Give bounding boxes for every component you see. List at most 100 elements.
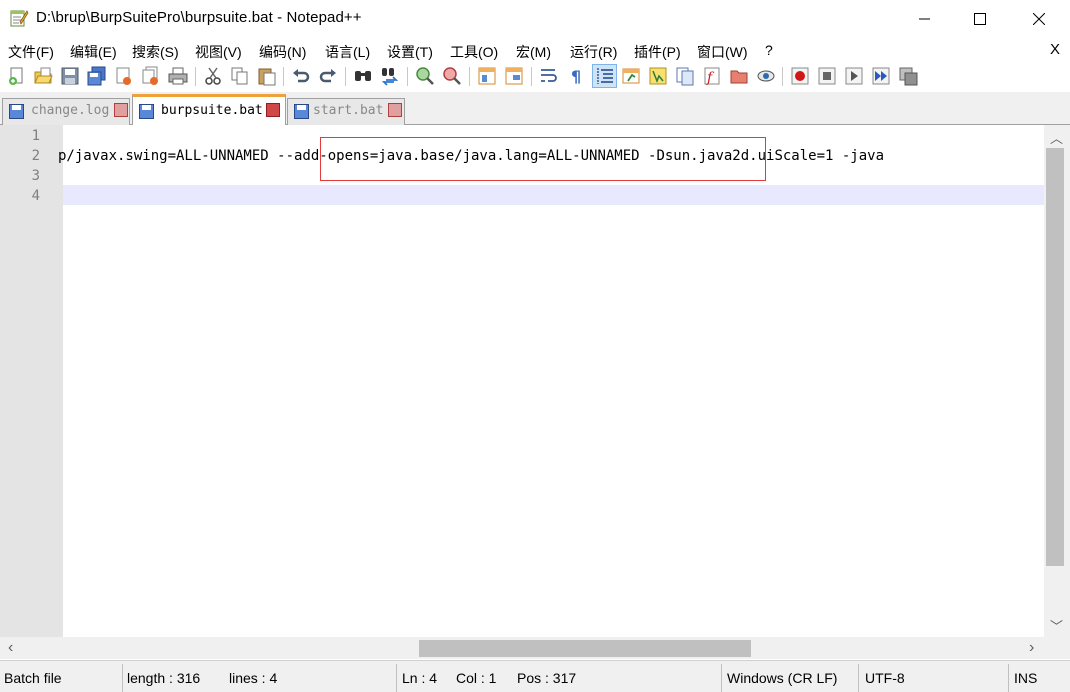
status-encoding: UTF-8 [865,670,905,686]
doc-map-icon[interactable] [648,66,668,86]
status-divider [721,664,722,692]
line-number-gutter: 1 2 3 4 [0,125,63,637]
maximize-icon [974,13,986,25]
editor-area[interactable]: 1 2 3 4 p/javax.swing=ALL-UNNAMED --add-… [0,125,1070,637]
show-all-chars-icon[interactable]: ¶ [566,66,586,86]
close-all-icon[interactable] [141,66,161,86]
menu-help[interactable]: ? [765,42,773,58]
menu-window[interactable]: 窗口(W) [697,42,748,62]
scroll-left-icon[interactable]: ‹ [8,639,13,657]
menu-bar: 文件(F) 编辑(E) 搜索(S) 视图(V) 编码(N) 语言(L) 设置(T… [0,38,1070,62]
menu-plugins[interactable]: 插件(P) [634,42,681,62]
menu-run[interactable]: 运行(R) [570,42,617,62]
close-document-button[interactable]: X [1050,41,1060,58]
menu-file[interactable]: 文件(F) [8,42,54,62]
tab-label: start.bat [313,103,384,118]
status-ln: Ln : 4 [402,670,438,686]
undo-icon[interactable] [291,66,311,86]
annotation-highlight-box [320,137,766,181]
tab-close-button[interactable] [266,103,280,117]
toolbar-separator [469,67,470,86]
menu-language[interactable]: 语言(L) [325,42,370,62]
saved-file-icon [9,104,24,119]
toolbar-separator [195,67,196,86]
line-number: 4 [31,188,40,204]
status-divider [122,664,123,692]
close-icon[interactable] [114,66,134,86]
scroll-right-icon[interactable]: › [1029,639,1034,657]
toolbar-separator [345,67,346,86]
redo-icon[interactable] [318,66,338,86]
status-eol: Windows (CR LF) [727,670,838,686]
replace-icon[interactable] [380,66,400,86]
line-number: 3 [31,168,40,184]
status-lines: lines : 4 [229,670,278,686]
tab-burpsuite-bat[interactable]: burpsuite.bat [132,94,286,125]
monitor-icon[interactable] [756,66,776,86]
toolbar-separator [407,67,408,86]
vertical-scroll-thumb[interactable] [1046,148,1064,566]
run-macro-multiple-icon[interactable] [871,66,891,86]
line-number: 2 [31,148,40,164]
current-line-highlight [63,185,1044,205]
folder-workspace-icon[interactable] [729,66,749,86]
zoom-out-icon[interactable] [442,66,462,86]
save-icon[interactable] [60,66,80,86]
scroll-down-icon[interactable]: ﹀ [1050,616,1063,635]
tab-start-bat[interactable]: start.bat [287,98,405,125]
new-file-icon[interactable] [7,66,27,86]
record-macro-icon[interactable] [790,66,810,86]
stop-macro-icon[interactable] [817,66,837,86]
user-language-icon[interactable] [621,66,641,86]
status-divider [858,664,859,692]
cut-icon[interactable] [203,66,223,86]
find-icon[interactable] [353,66,373,86]
save-all-icon[interactable] [87,66,107,86]
menu-edit[interactable]: 编辑(E) [70,42,117,62]
menu-settings[interactable]: 设置(T) [387,42,433,62]
function-list-icon[interactable]: f [702,66,722,86]
status-col: Col : 1 [456,670,497,686]
tab-close-button[interactable] [114,103,128,117]
doc-list-icon[interactable] [675,66,695,86]
tab-label: burpsuite.bat [161,103,263,118]
toolbar-separator [531,67,532,86]
toolbar-separator [782,67,783,86]
toolbar-separator [283,67,284,86]
maximize-button[interactable] [951,0,1009,38]
menu-macro[interactable]: 宏(M) [516,42,551,62]
menu-view[interactable]: 视图(V) [195,42,242,62]
zoom-in-icon[interactable] [415,66,435,86]
window-title: D:\brup\BurpSuitePro\burpsuite.bat - Not… [36,9,362,26]
scroll-up-icon[interactable]: ︿ [1050,128,1063,147]
tab-change-log[interactable]: change.log [2,98,130,125]
minimize-button[interactable] [896,0,954,38]
menu-tools[interactable]: 工具(O) [450,42,498,62]
menu-search[interactable]: 搜索(S) [132,42,179,62]
menu-encoding[interactable]: 编码(N) [259,42,306,62]
horizontal-scroll-thumb[interactable] [419,640,751,657]
open-file-icon[interactable] [33,66,53,86]
paste-icon[interactable] [257,66,277,86]
tab-label: change.log [31,103,110,118]
tab-close-button[interactable] [388,103,402,117]
close-window-button[interactable] [1010,0,1068,38]
sync-horizontal-icon[interactable] [504,66,524,86]
status-pos: Pos : 317 [517,670,577,686]
save-macro-icon[interactable] [898,66,918,86]
toolbar: ¶ f [0,62,1070,92]
status-length: length : 316 [127,670,201,686]
sync-vertical-icon[interactable] [477,66,497,86]
play-macro-icon[interactable] [844,66,864,86]
svg-text:¶: ¶ [571,67,581,86]
word-wrap-icon[interactable] [539,66,559,86]
indent-guide-icon [597,68,613,84]
copy-icon[interactable] [230,66,250,86]
line-number: 1 [31,128,40,144]
title-bar: D:\brup\BurpSuitePro\burpsuite.bat - Not… [0,0,1070,38]
saved-file-icon [294,104,309,119]
tab-bar: change.log burpsuite.bat start.bat [0,92,1070,125]
status-divider [1008,664,1009,692]
status-file-type: Batch file [4,670,62,686]
print-icon[interactable] [168,66,188,86]
